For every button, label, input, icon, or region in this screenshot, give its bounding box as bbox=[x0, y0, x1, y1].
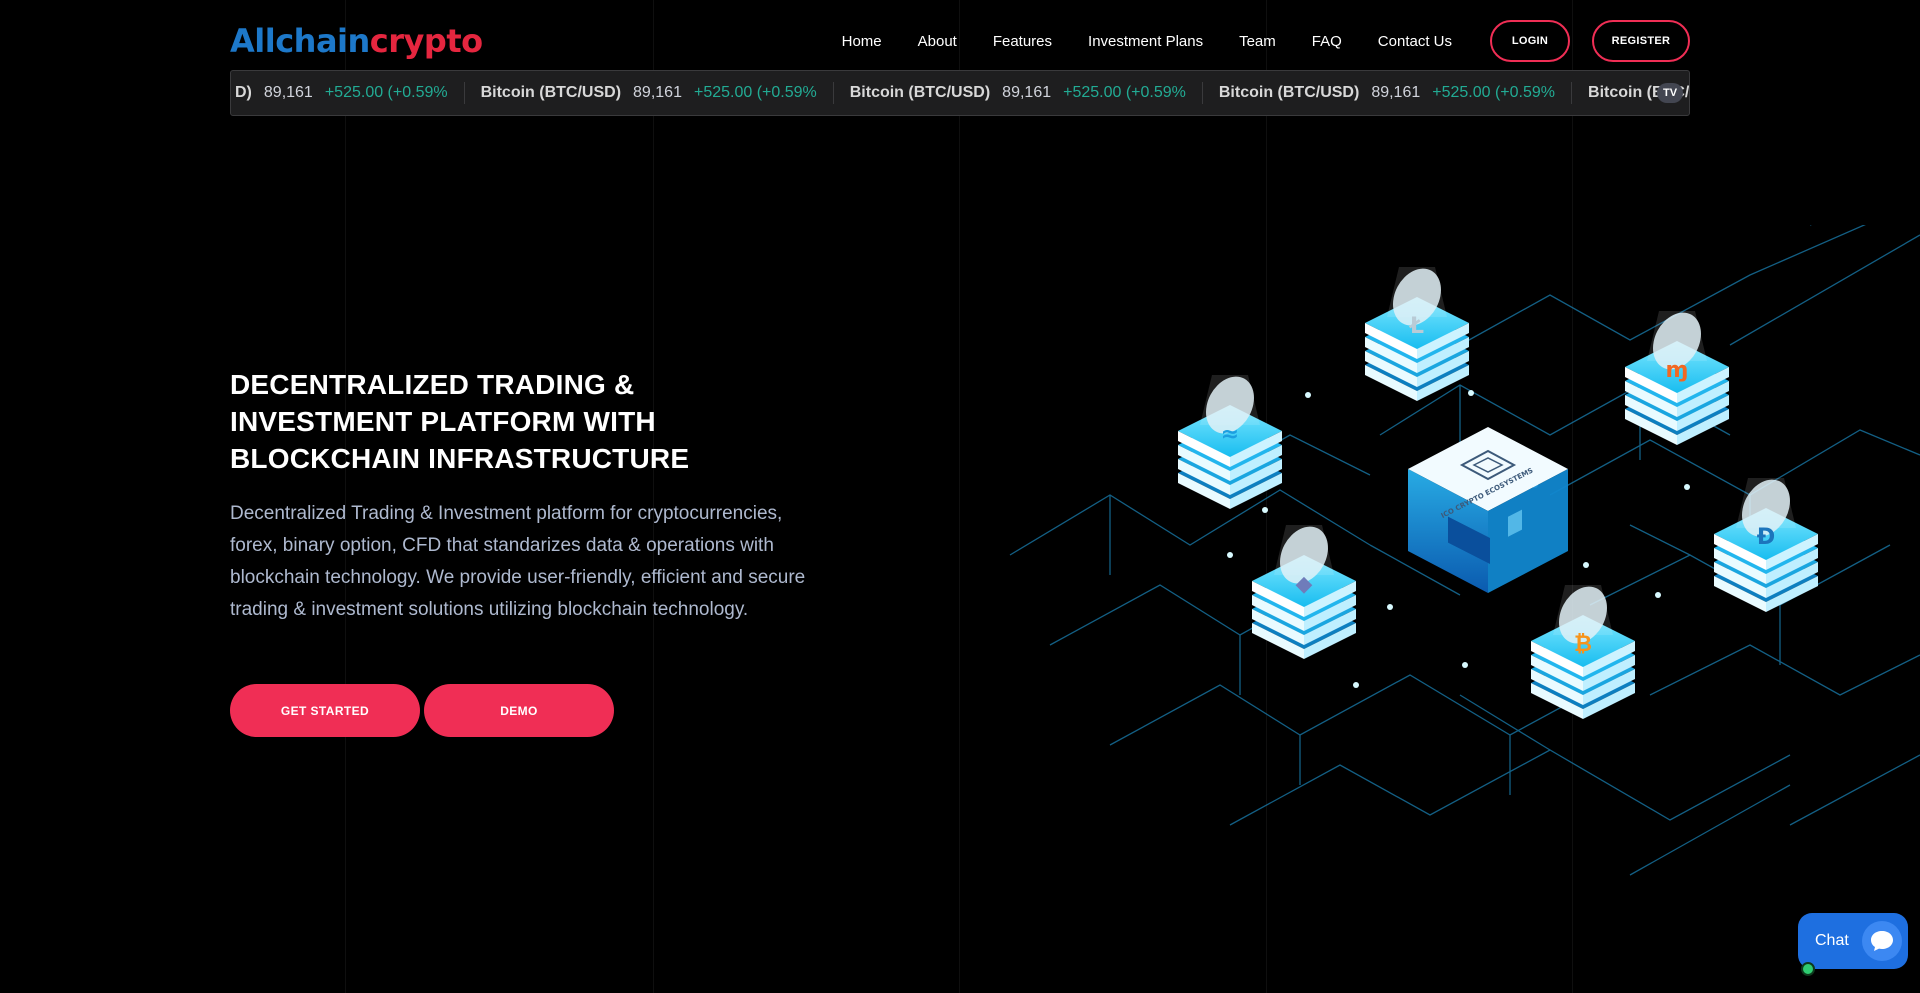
logo-part-1: Allchain bbox=[230, 22, 370, 60]
hero-description: Decentralized Trading & Investment platf… bbox=[230, 503, 806, 620]
ticker-symbol: Bitcoin (BTC/USD) bbox=[849, 84, 991, 101]
bitcoin-icon: ₿ bbox=[1574, 632, 1592, 657]
ticker-change: +525.00 (+0.59% bbox=[1063, 84, 1186, 101]
ethereum-icon: ◆ bbox=[1296, 572, 1313, 597]
main-nav: Home About Features Investment Plans Tea… bbox=[842, 33, 1452, 50]
ripple-icon: ≈ bbox=[1221, 422, 1239, 447]
chat-bubble-icon[interactable] bbox=[1862, 921, 1902, 961]
ticker-change: +525.00 (+0.59% bbox=[324, 84, 448, 101]
nav-about[interactable]: About bbox=[918, 33, 957, 50]
login-button[interactable]: LOGIN bbox=[1490, 20, 1570, 62]
ticker-track: D) 89,161 +525.00 (+0.59% Bitcoin (BTC/U… bbox=[231, 71, 1689, 115]
logo-part-2: crypto bbox=[369, 22, 483, 60]
tradingview-logo-icon[interactable]: TV bbox=[1657, 83, 1683, 103]
ticker-price: 89,161 bbox=[1002, 84, 1052, 101]
blockchain-network-illustration: ICO CRYPTO ECOSYSTEMS ≈ Ł ɱ ◆ Đ ₿ bbox=[1009, 225, 1920, 876]
hero-title: DECENTRALIZED TRADING & INVESTMENT PLATF… bbox=[230, 369, 690, 474]
chat-label: Chat bbox=[1815, 932, 1849, 949]
monero-icon: ɱ bbox=[1666, 358, 1689, 383]
ticker-change: +525.00 (+0.59% bbox=[1432, 84, 1556, 101]
register-button[interactable]: REGISTER bbox=[1592, 20, 1690, 62]
online-status-indicator bbox=[1801, 962, 1815, 976]
nav-contact-us[interactable]: Contact Us bbox=[1378, 33, 1452, 50]
nav-investment-plans[interactable]: Investment Plans bbox=[1088, 33, 1203, 50]
speech-bubble-icon bbox=[1871, 931, 1893, 951]
nav-features[interactable]: Features bbox=[993, 33, 1052, 50]
site-header: Allchaincrypto Home About Features Inves… bbox=[230, 18, 1690, 64]
auth-buttons: LOGIN REGISTER bbox=[1490, 20, 1690, 62]
ticker-price: 89,161 bbox=[263, 84, 313, 101]
ticker-symbol: Bitcoin (BTC/USD) bbox=[1218, 84, 1360, 101]
hero-actions: GET STARTED DEMO bbox=[230, 684, 614, 737]
ticker-price: 89,161 bbox=[633, 84, 682, 101]
ticker-item[interactable]: Bitcoin (BTC/USD) 89,161 +525.00 (+0.59% bbox=[834, 82, 1203, 104]
nav-home[interactable]: Home bbox=[842, 33, 882, 50]
get-started-button[interactable]: GET STARTED bbox=[230, 684, 420, 737]
ticker-price: 89,161 bbox=[1371, 84, 1421, 101]
demo-button[interactable]: DEMO bbox=[424, 684, 614, 737]
nav-faq[interactable]: FAQ bbox=[1312, 33, 1342, 50]
price-ticker[interactable]: D) 89,161 +525.00 (+0.59% Bitcoin (BTC/U… bbox=[230, 70, 1690, 116]
brand-logo[interactable]: Allchaincrypto bbox=[230, 22, 483, 60]
ticker-change: +525.00 (+0.59% bbox=[693, 84, 817, 101]
chat-widget[interactable]: Chat bbox=[1798, 913, 1908, 976]
nav-team[interactable]: Team bbox=[1239, 33, 1276, 50]
litecoin-icon: Ł bbox=[1409, 314, 1424, 339]
ticker-symbol: D) bbox=[235, 84, 252, 101]
ticker-item[interactable]: Bitcoin (BTC/USD) 89,161 +525.00 (+0.59% bbox=[1203, 82, 1573, 104]
ticker-item[interactable]: D) 89,161 +525.00 (+0.59% bbox=[231, 82, 465, 104]
dash-icon: Đ bbox=[1757, 525, 1775, 550]
ticker-item[interactable]: Bitcoin (BTC/USD) 89,161 +525.00 (+0.59% bbox=[465, 82, 834, 104]
ticker-symbol: Bitcoin (BTC/USD) bbox=[480, 84, 622, 101]
